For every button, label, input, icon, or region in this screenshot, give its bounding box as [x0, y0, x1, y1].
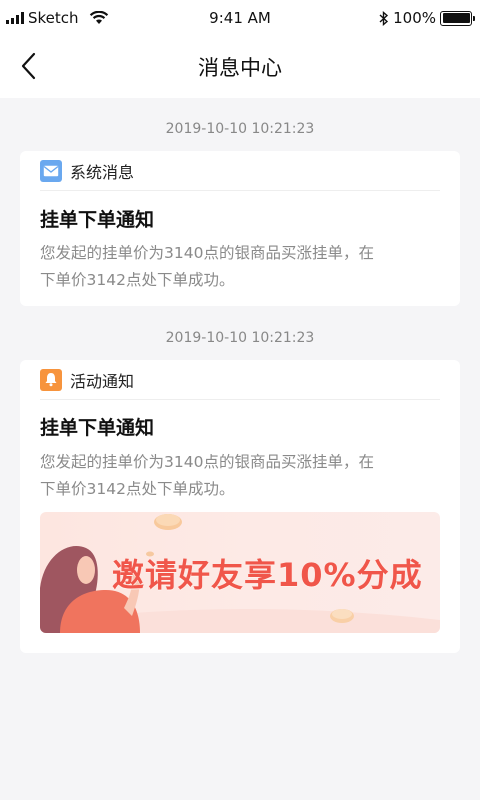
coin-icon	[330, 609, 354, 623]
bluetooth-icon	[379, 10, 389, 26]
card-header: 活动通知	[40, 360, 440, 400]
mail-icon	[40, 159, 62, 182]
message-card[interactable]: 活动通知 挂单下单通知 您发起的挂单价为3140点的银商品买涨挂单，在 下单价3…	[20, 360, 460, 653]
page-title: 消息中心	[198, 56, 282, 80]
battery-percentage: 100%	[393, 9, 436, 27]
coin-icon	[154, 514, 182, 530]
chevron-left-icon	[21, 52, 36, 80]
card-body-line: 下单价3142点处下单成功。	[40, 480, 235, 498]
battery-icon	[440, 10, 475, 26]
nav-bar: 消息中心	[0, 36, 480, 98]
card-header: 系统消息	[40, 151, 440, 191]
card-body-line: 您发起的挂单价为3140点的银商品买涨挂单，在	[40, 453, 374, 471]
card-category: 系统消息	[70, 162, 135, 182]
message-timestamp: 2019-10-10 10:21:23	[165, 121, 315, 137]
status-right: 100%	[379, 9, 475, 27]
banner-text: 邀请好友享10%分成	[112, 556, 423, 594]
invite-banner[interactable]: 邀请好友享10%分成	[40, 512, 440, 633]
card-category: 活动通知	[70, 371, 135, 391]
status-bar: Sketch 9:41 AM 100%	[0, 0, 480, 36]
card-body: 您发起的挂单价为3140点的银商品买涨挂单，在 下单价3142点处下单成功。	[40, 449, 444, 503]
card-body: 您发起的挂单价为3140点的银商品买涨挂单，在 下单价3142点处下单成功。	[40, 240, 444, 294]
bell-icon	[40, 368, 62, 391]
message-timestamp: 2019-10-10 10:21:23	[165, 330, 315, 346]
battery-fill	[442, 13, 470, 23]
card-title: 挂单下单通知	[40, 417, 155, 439]
back-button[interactable]	[14, 50, 46, 82]
card-body-line: 您发起的挂单价为3140点的银商品买涨挂单，在	[40, 244, 374, 262]
message-card[interactable]: 系统消息 挂单下单通知 您发起的挂单价为3140点的银商品买涨挂单，在 下单价3…	[20, 151, 460, 306]
card-body-line: 下单价3142点处下单成功。	[40, 271, 235, 289]
card-title: 挂单下单通知	[40, 209, 155, 231]
